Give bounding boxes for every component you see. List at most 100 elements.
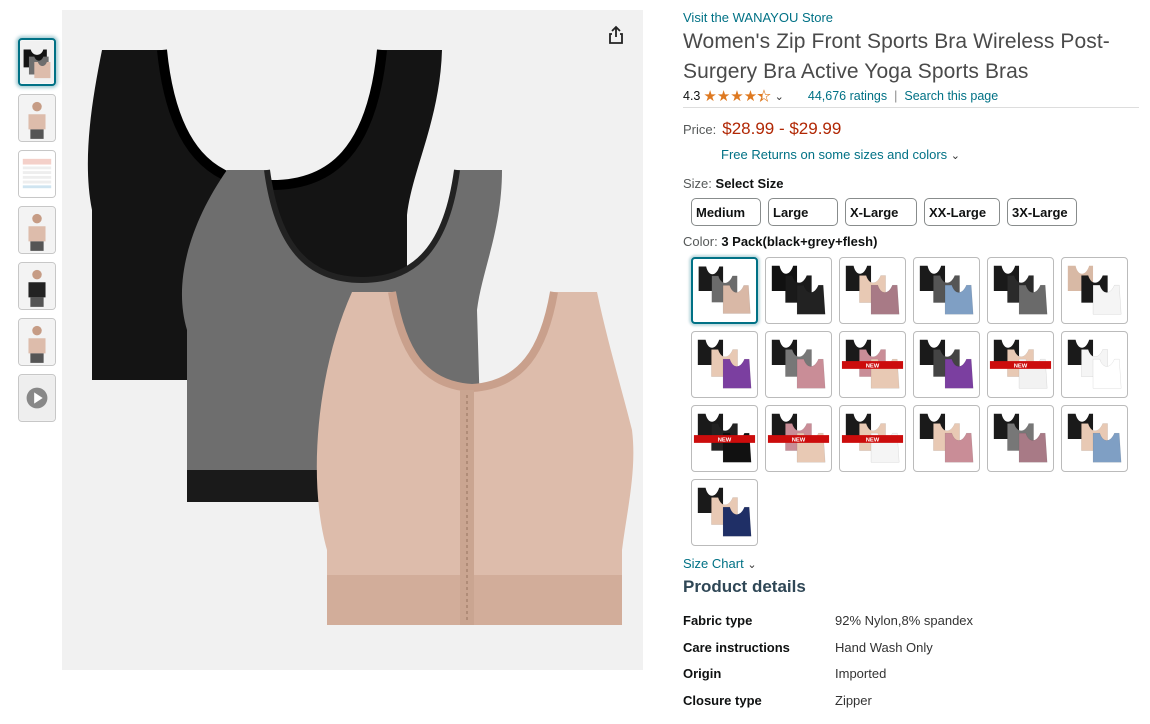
size-chart-text: Size Chart [683,556,744,571]
detail-key: Origin [683,666,722,681]
detail-key: Care instructions [683,639,790,655]
bra-set-icon [20,40,54,84]
color-swatches: NEW NEW NEW NEW NEW [691,257,1143,546]
swatch-image: NEW [693,413,756,463]
product-details-table: Fabric type 92% Nylon,8% spandex Care inst… [683,613,1143,719]
color-swatch[interactable] [1061,331,1128,398]
color-swatch[interactable] [913,405,980,472]
swatch-image [1067,339,1122,389]
thumb-model-flesh[interactable] [18,318,56,366]
video-play-icon [19,375,55,421]
detail-value: Hand Wash Only [835,639,933,655]
chevron-down-icon: ⌄ [747,559,757,571]
size-label-text: Size: [683,176,712,191]
share-icon [609,25,623,44]
color-selected-value: 3 Pack(black+grey+flesh) [721,234,878,249]
size-option-medium[interactable]: Medium [691,198,761,226]
rating-value: 4.3 [683,89,701,103]
detail-key: Closure type [683,692,762,708]
detail-value: 92% Nylon,8% spandex [835,613,974,628]
swatch-image [1067,413,1122,463]
main-product-image[interactable] [62,10,643,670]
price-value: $28.99 - $29.99 [722,119,842,138]
star-rating-icon[interactable]: ★ ★ ★ ★ ★ [703,88,771,104]
thumb-size-chart[interactable] [18,150,56,198]
color-swatch[interactable] [987,405,1054,472]
size-option-large[interactable]: Large [768,198,838,226]
model-photo-icon [19,95,55,141]
product-info-panel: Visit the WANAYOU Store Women's Zip Fron… [683,10,1143,719]
size-chart-icon [19,151,55,197]
color-swatch[interactable] [765,257,832,324]
thumb-3pack[interactable] [18,38,56,86]
new-badge: NEW [866,437,880,443]
color-swatch[interactable]: NEW [839,405,906,472]
swatch-image: NEW [767,413,830,463]
color-swatch[interactable] [765,331,832,398]
color-swatch[interactable]: NEW [765,405,832,472]
product-photo [87,49,634,625]
price-row: Price: $28.99 - $29.99 [683,119,1143,139]
detail-value: Zipper [835,692,872,708]
rating-row: 4.3 ★ ★ ★ ★ ★ ⌄ 44,676 ratings | Search this… [683,88,1139,108]
swatch-image: NEW [989,339,1052,389]
swatch-image [697,487,752,537]
price-label: Price: [683,122,717,137]
color-swatch[interactable] [1061,257,1128,324]
model-photo-icon [19,207,55,253]
swatch-image [919,265,974,315]
size-option-x-large[interactable]: X-Large [845,198,917,226]
size-option-xx-large[interactable]: XX-Large [924,198,1000,226]
color-swatch[interactable] [913,257,980,324]
chevron-down-icon[interactable]: ⌄ [775,90,784,103]
share-button[interactable] [603,22,629,48]
chevron-down-icon: ⌄ [950,150,960,162]
thumb-model-front[interactable] [18,94,56,142]
size-chart-link[interactable]: Size Chart ⌄ [683,556,1143,571]
color-swatch[interactable] [913,331,980,398]
color-swatch[interactable] [691,479,758,546]
new-badge: NEW [792,437,806,443]
swatch-image: NEW [841,413,904,463]
store-link[interactable]: Visit the WANAYOU Store [683,10,1143,25]
color-swatch[interactable]: NEW [839,331,906,398]
swatch-image [845,265,900,315]
swatch-image [919,339,974,389]
new-badge: NEW [718,437,732,443]
ratings-count-link[interactable]: 44,676 ratings [808,89,887,103]
color-swatch[interactable] [1061,405,1128,472]
swatch-image [993,413,1048,463]
color-swatch[interactable]: NEW [691,405,758,472]
detail-row: Care instructions Hand Wash Only [683,640,1143,667]
color-swatch[interactable] [691,257,758,324]
detail-value: Imported [835,666,887,681]
search-page-link[interactable]: Search this page [904,89,998,103]
new-badge: NEW [866,363,880,369]
product-details-heading: Product details [683,577,806,596]
swatch-image [919,413,974,463]
color-label-text: Color: [683,234,718,249]
color-label: Color: 3 Pack(black+grey+flesh) [683,234,1143,249]
color-swatch[interactable]: NEW [987,331,1054,398]
color-swatch[interactable] [691,331,758,398]
thumb-model-back[interactable] [18,262,56,310]
model-photo-icon [19,263,55,309]
swatch-image [993,265,1048,315]
product-title: Women's Zip Front Sports Bra Wireless Po… [683,30,1110,83]
detail-row: Fabric type 92% Nylon,8% spandex [683,613,1143,640]
swatch-image [698,266,751,314]
thumb-video[interactable] [18,374,56,422]
swatch-image: NEW [841,339,904,389]
thumb-model-black[interactable] [18,206,56,254]
new-badge: NEW [1014,363,1028,369]
size-selected-value: Select Size [715,176,784,191]
detail-key: Fabric type [683,613,753,628]
size-option-3x-large[interactable]: 3X-Large [1007,198,1077,226]
color-swatch[interactable] [839,257,906,324]
size-label: Size: Select Size [683,176,1143,191]
free-returns-link[interactable]: Free Returns on some sizes and colors ⌄ [721,147,1143,162]
detail-row: Origin Imported [683,666,1143,693]
swatch-image [771,339,826,389]
model-photo-icon [19,319,55,365]
color-swatch[interactable] [987,257,1054,324]
